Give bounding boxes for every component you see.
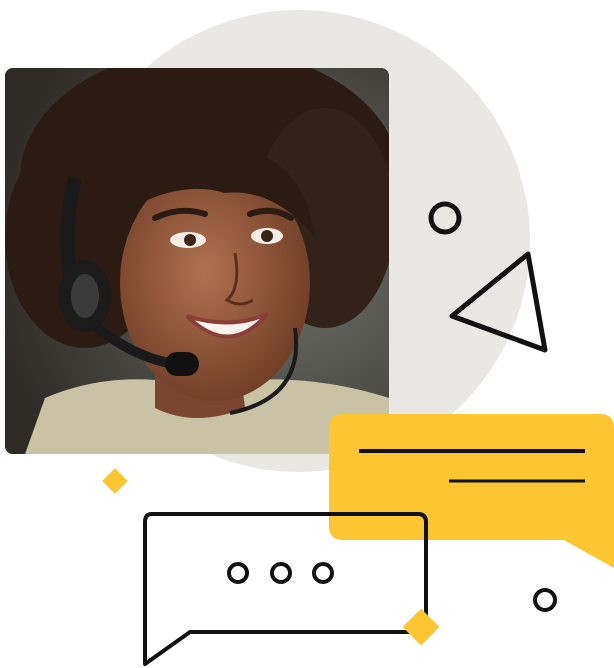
agent-portrait-image [5,68,389,454]
diamond-icon [402,608,440,646]
illustration-stage [0,0,614,668]
ring-icon [533,588,557,612]
typing-dot-icon [227,562,249,584]
support-agent-photo [5,68,389,454]
diamond-icon [102,468,128,494]
typing-dot-icon [270,562,292,584]
typing-bubble-icon [143,512,428,666]
typing-dot-icon [312,562,334,584]
